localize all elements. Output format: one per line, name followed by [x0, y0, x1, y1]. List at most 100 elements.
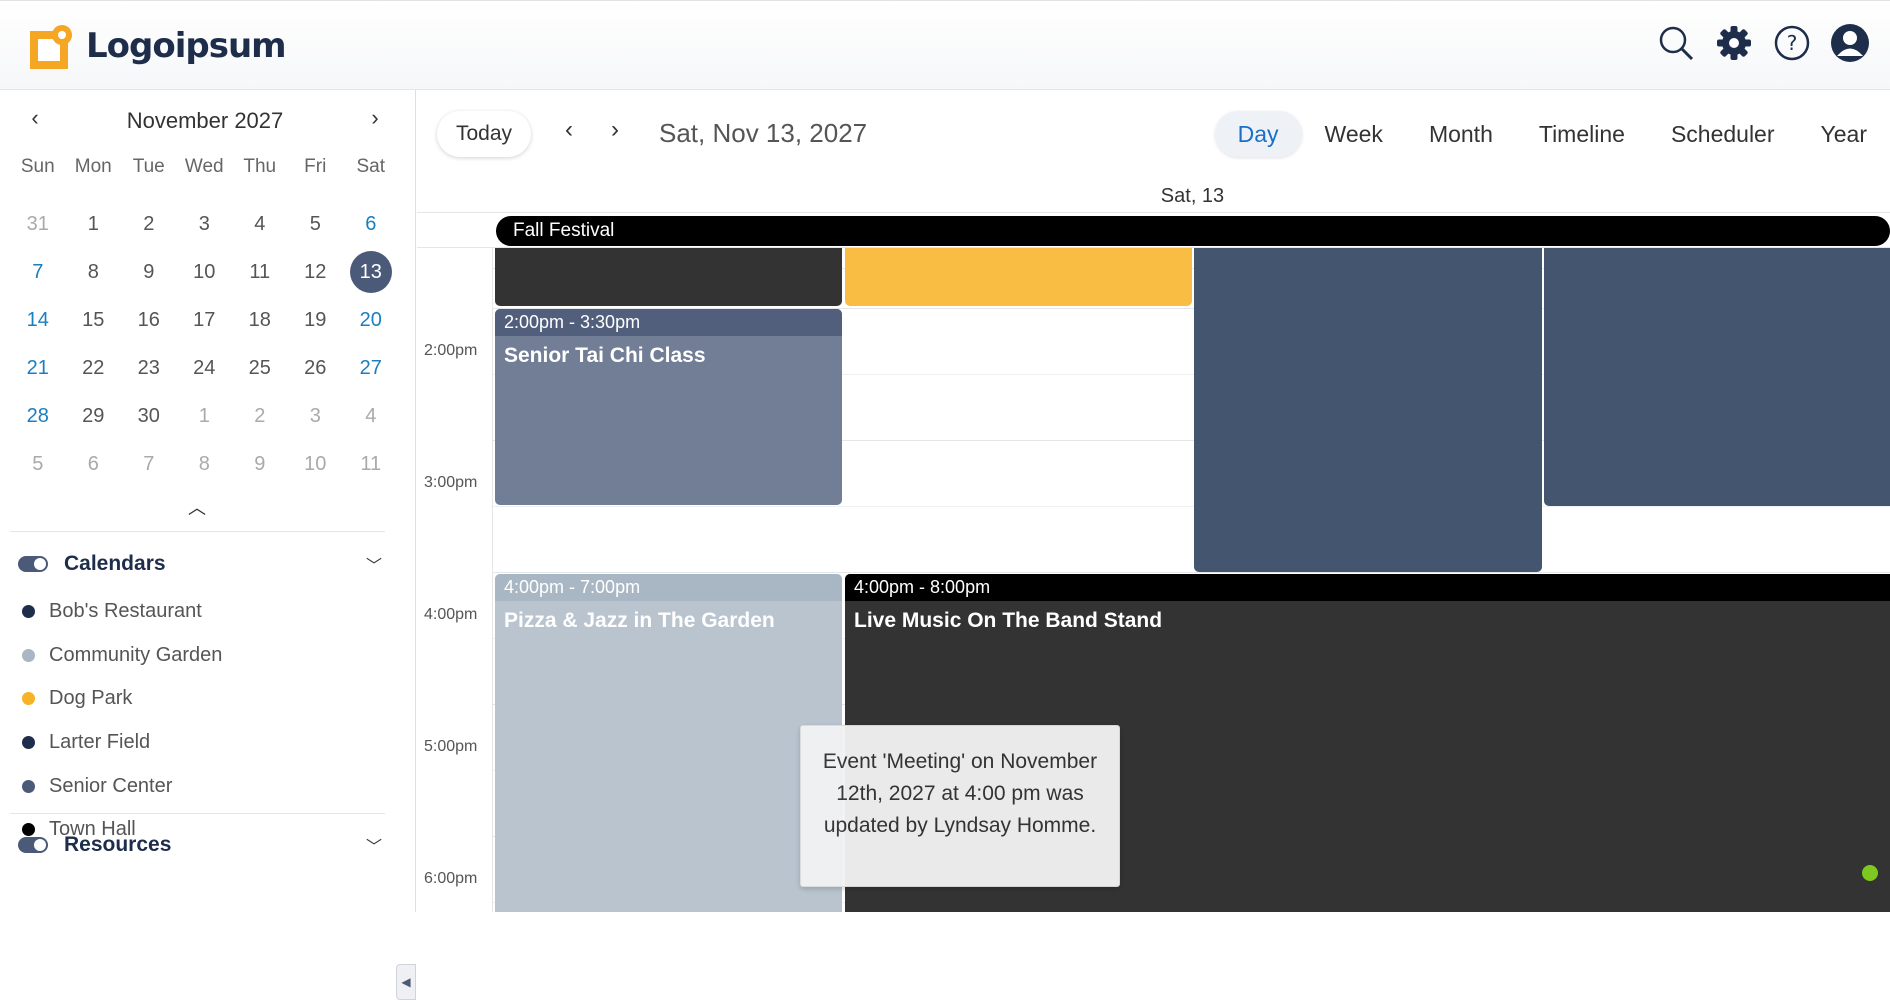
mini-calendar-day[interactable]: 28 [10, 392, 66, 440]
calendar-item[interactable]: Community Garden [22, 634, 222, 678]
mini-calendar-day[interactable]: 3 [177, 200, 233, 248]
mini-calendar-day[interactable]: 5 [288, 200, 344, 248]
view-tab-week[interactable]: Week [1302, 111, 1406, 157]
mini-calendar-day[interactable]: 9 [121, 248, 177, 296]
day-number: 26 [304, 356, 327, 379]
mini-calendar-day[interactable]: 14 [10, 296, 66, 344]
chevron-down-icon[interactable]: ﹀ [366, 552, 382, 576]
mini-calendar-day[interactable]: 18 [232, 296, 288, 344]
calendars-section-header[interactable]: Calendars ﹀ [18, 552, 382, 576]
mini-calendar-day[interactable]: 27 [343, 344, 399, 392]
mini-calendar-day[interactable]: 26 [288, 344, 344, 392]
mini-calendar-day[interactable]: 23 [121, 344, 177, 392]
divider [10, 813, 385, 814]
mini-calendar-day[interactable]: 11 [343, 440, 399, 488]
calendar-item[interactable]: Senior Center [22, 764, 222, 808]
day-number: 9 [143, 260, 155, 283]
day-number: 8 [198, 452, 210, 475]
weekday-label: Mon [74, 156, 112, 177]
notification-toast: Event 'Meeting' on November 12th, 2027 a… [800, 725, 1120, 887]
resources-section-header[interactable]: Resources ﹀ [18, 833, 382, 857]
mini-calendar-day[interactable]: 17 [177, 296, 233, 344]
mini-calendar-day[interactable]: 8 [66, 248, 122, 296]
mini-calendar-day[interactable]: 9 [232, 440, 288, 488]
next-day-icon[interactable]: › [611, 116, 619, 144]
mini-calendar-days: 31 1 2 3 4 5 6 7 8 9 10 11 12 13 14 15 16 17 18 19 20 21 22 23 2… [10, 200, 399, 488]
day-number: 18 [248, 308, 271, 331]
calendar-item[interactable]: Bob's Restaurant [22, 590, 222, 634]
help-icon[interactable]: ? [1772, 23, 1812, 63]
mini-calendar-day[interactable]: 16 [121, 296, 177, 344]
day-number: 24 [193, 356, 216, 379]
next-month-icon[interactable]: › [360, 104, 390, 134]
sidebar-collapse-toggle[interactable]: ◀ [396, 964, 416, 1000]
mini-calendar-day[interactable]: 21 [10, 344, 66, 392]
calendar-event[interactable] [845, 248, 1192, 306]
collapse-calendar-icon[interactable]: ︿ [188, 494, 206, 520]
day-number: 13 [349, 251, 392, 293]
mini-calendar-day[interactable]: 20 [343, 296, 399, 344]
today-button[interactable]: Today [437, 111, 532, 157]
mini-calendar-day[interactable]: 15 [66, 296, 122, 344]
mini-calendar-day[interactable]: 22 [66, 344, 122, 392]
mini-calendar-day[interactable]: 2 [121, 200, 177, 248]
calendar-event[interactable] [1194, 248, 1542, 572]
gear-icon[interactable] [1714, 23, 1754, 63]
calendar-item[interactable]: Larter Field [22, 721, 222, 765]
day-number: 27 [359, 356, 382, 379]
weekday-label: Sat [356, 156, 386, 177]
mini-calendar-day[interactable]: 7 [10, 248, 66, 296]
mini-calendar-day[interactable]: 19 [288, 296, 344, 344]
logo[interactable]: Logoipsum [30, 23, 287, 69]
day-number: 25 [248, 356, 271, 379]
mini-calendar-day[interactable]: 10 [288, 440, 344, 488]
mini-calendar-day[interactable]: 29 [66, 392, 122, 440]
mini-calendar-day[interactable]: 6 [343, 200, 399, 248]
view-tab-day[interactable]: Day [1214, 111, 1302, 157]
mini-calendar-day[interactable]: 3 [288, 392, 344, 440]
mini-calendar-day[interactable]: 2 [232, 392, 288, 440]
mini-calendar-day[interactable]: 30 [121, 392, 177, 440]
mini-calendar-day[interactable]: 7 [121, 440, 177, 488]
mini-calendar-day[interactable]: 12 [288, 248, 344, 296]
calendars-toggle[interactable] [18, 556, 48, 572]
mini-calendar-day[interactable]: 11 [232, 248, 288, 296]
mini-calendar-day[interactable]: 10 [177, 248, 233, 296]
calendar-toolbar: Today ‹ › Sat, Nov 13, 2027 Day Week Month… [417, 90, 1890, 178]
calendar-event[interactable] [1544, 248, 1890, 506]
mini-calendar-day[interactable]: 25 [232, 344, 288, 392]
mini-calendar-day[interactable]: 8 [177, 440, 233, 488]
divider [10, 531, 385, 532]
calendar-item[interactable]: Dog Park [22, 677, 222, 721]
app-header: Logoipsum ? [0, 0, 1890, 90]
day-number: 17 [193, 308, 216, 331]
view-tab-scheduler[interactable]: Scheduler [1648, 111, 1798, 157]
chevron-down-icon[interactable]: ﹀ [366, 833, 382, 857]
mini-calendar-day[interactable]: 13 [343, 248, 399, 296]
event-senior-tai-chi[interactable]: 2:00pm - 3:30pm Senior Tai Chi Class [495, 309, 842, 505]
day-number: 8 [87, 260, 99, 283]
day-number: 2 [254, 404, 266, 427]
event-pizza-jazz[interactable]: 4:00pm - 7:00pm Pizza & Jazz in The Gard… [495, 574, 842, 912]
all-day-event[interactable]: Fall Festival [496, 216, 1890, 246]
mini-calendar-day[interactable]: 1 [177, 392, 233, 440]
mini-calendar-day[interactable]: 6 [66, 440, 122, 488]
view-tab-timeline[interactable]: Timeline [1516, 111, 1648, 157]
mini-calendar-day[interactable]: 31 [10, 200, 66, 248]
mini-calendar-day[interactable]: 4 [232, 200, 288, 248]
view-tab-year[interactable]: Year [1798, 111, 1890, 157]
view-tab-month[interactable]: Month [1406, 111, 1516, 157]
day-number: 4 [365, 404, 377, 427]
mini-calendar-day[interactable]: 5 [10, 440, 66, 488]
user-avatar-icon[interactable] [1830, 23, 1870, 63]
mini-calendar-day[interactable]: 24 [177, 344, 233, 392]
mini-calendar-day[interactable]: 1 [66, 200, 122, 248]
day-number: 6 [87, 452, 99, 475]
resources-toggle[interactable] [18, 837, 48, 853]
calendar-event[interactable] [495, 248, 842, 306]
search-icon[interactable] [1656, 23, 1696, 63]
prev-day-icon[interactable]: ‹ [565, 116, 573, 144]
mini-calendar-day[interactable]: 4 [343, 392, 399, 440]
resources-title: Resources [64, 833, 172, 856]
calendar-color-dot [22, 692, 35, 706]
